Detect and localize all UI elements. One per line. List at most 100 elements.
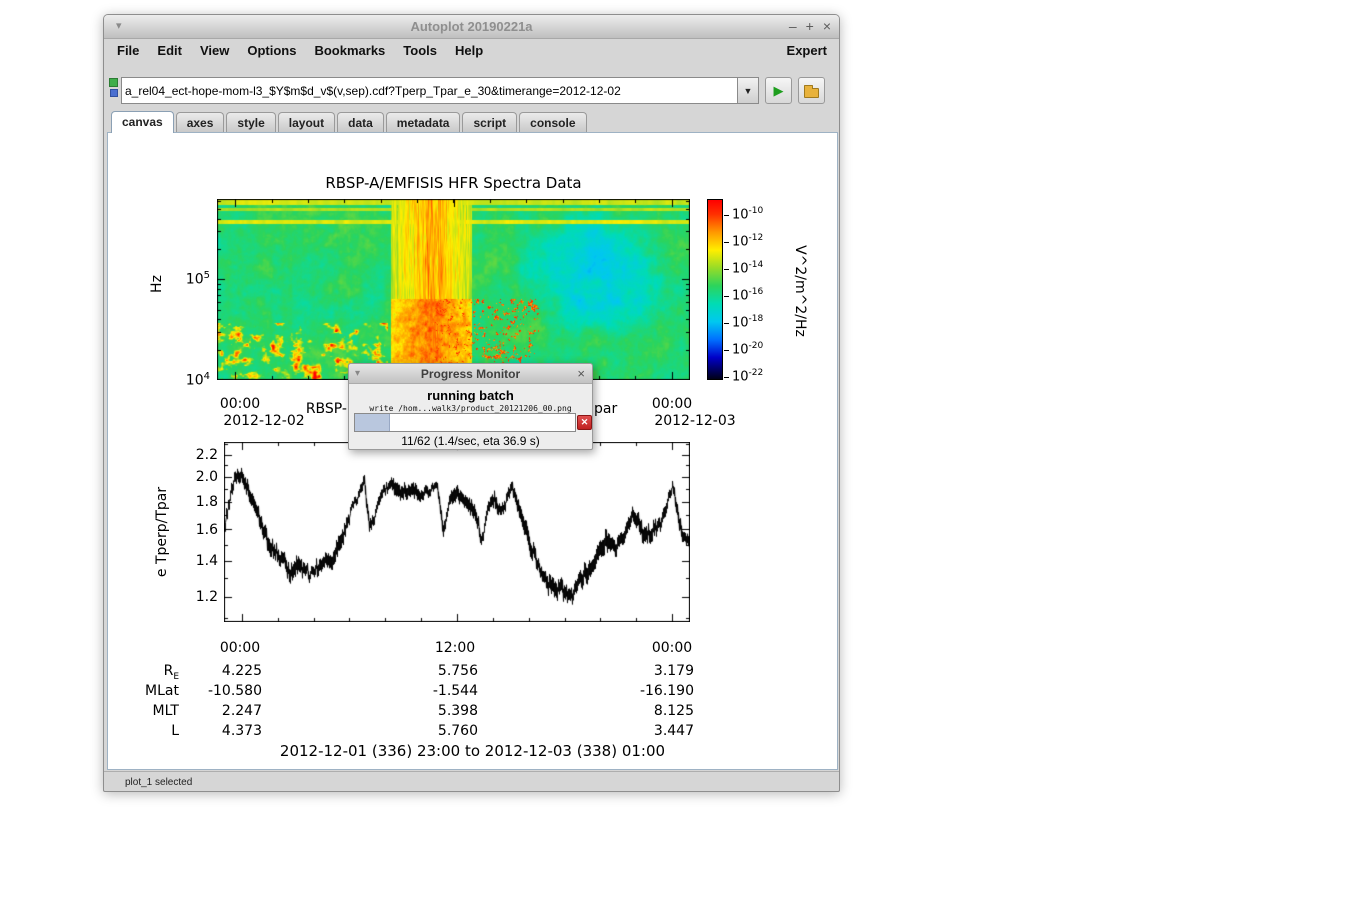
blue-square-icon [110, 89, 118, 97]
dialog-menu-icon[interactable]: ▾ [355, 364, 360, 384]
colorbar-tick-label: 10-12 [732, 233, 763, 249]
tick-base: 10 [732, 369, 749, 384]
tab-metadata[interactable]: metadata [386, 112, 461, 132]
colorbar-tick-label: 10-16 [732, 287, 763, 303]
tab-layout[interactable]: layout [278, 112, 335, 132]
go-button[interactable]: ▶ [765, 77, 792, 104]
tick-exponent: 4 [204, 371, 210, 382]
annotation-value: 2.247 [152, 701, 262, 721]
tab-style[interactable]: style [226, 112, 275, 132]
autoplot-window: ▾ Autoplot 20190221a –+× FileEditViewOpt… [103, 14, 840, 792]
annotation-value: -16.190 [584, 681, 694, 701]
expert-toggle[interactable]: Expert [787, 43, 827, 58]
menu-file[interactable]: File [108, 40, 148, 58]
plot2-title-fragment-right: par [594, 401, 694, 417]
colorbar-tick-label: 10-14 [732, 260, 763, 276]
tick-exponent: -16 [749, 287, 764, 297]
plot1-ytick-label: 104 [166, 371, 210, 389]
green-square-icon [109, 78, 118, 87]
menu-view[interactable]: View [191, 40, 238, 58]
menu-help[interactable]: Help [446, 40, 492, 58]
tick-exponent: -22 [749, 368, 764, 378]
plot2-xtick-label: 00:00 [642, 640, 702, 656]
plot2-ytick-label: 1.6 [178, 522, 218, 538]
tick-exponent: -20 [749, 341, 764, 351]
uri-dropdown-button[interactable]: ▼ [737, 77, 759, 104]
dialog-close-icon[interactable]: × [577, 364, 585, 384]
plot2-y-axis-label: e Tperp/Tpar [154, 477, 170, 587]
progress-bar-fill [355, 414, 390, 431]
canvas-panel: RBSP-A/EMFISIS HFR Spectra Data Hz 105 1… [107, 132, 838, 770]
menu-bookmarks[interactable]: Bookmarks [305, 40, 394, 58]
status-bar: plot_1 selected [104, 771, 839, 792]
tab-data[interactable]: data [337, 112, 384, 132]
tab-console[interactable]: console [519, 112, 586, 132]
progress-monitor-dialog: ▾ Progress Monitor × running batch write… [348, 363, 593, 450]
plot2-ytick-label: 2.0 [178, 469, 218, 485]
window-controls: –+ × [780, 18, 831, 34]
colorbar [707, 199, 723, 380]
plot2-xtick-label: 00:00 [210, 640, 270, 656]
progress-counter-label: 11/62 (1.4/sec, eta 36.9 s) [349, 434, 592, 448]
tick-base: 10 [732, 234, 749, 249]
colorbar-tick-label: 10-20 [732, 341, 763, 357]
colorbar-tick-mark [724, 377, 729, 378]
colorbar-tick-label: 10-22 [732, 368, 763, 384]
window-titlebar[interactable]: ▾ Autoplot 20190221a –+× [104, 15, 839, 39]
minimize-button[interactable]: – [789, 18, 797, 34]
play-icon: ▶ [774, 83, 784, 98]
annotation-value: 3.179 [584, 661, 694, 681]
colorbar-tick-label: 10-18 [732, 314, 763, 330]
open-file-button[interactable] [798, 77, 825, 104]
timerange-label: 2012-12-01 (336) 23:00 to 2012-12-03 (33… [108, 742, 837, 760]
uri-input[interactable] [122, 78, 737, 103]
tab-script[interactable]: script [462, 112, 517, 132]
tick-exponent: -12 [749, 233, 764, 243]
progress-detail-label: write /hom...walk3/product_20121206_00.p… [349, 404, 592, 413]
plot2-ytick-label: 1.8 [178, 494, 218, 510]
tab-bar: canvas axes style layout data metadata s… [111, 111, 835, 132]
annotation-value: 5.760 [368, 721, 478, 741]
close-button[interactable]: × [823, 18, 831, 34]
annotation-value: 4.373 [152, 721, 262, 741]
menu-options[interactable]: Options [238, 40, 305, 58]
tab-axes[interactable]: axes [176, 112, 225, 132]
colorbar-tick-mark [724, 296, 729, 297]
chevron-down-icon: ▼ [744, 86, 753, 96]
tick-base: 10 [732, 261, 749, 276]
tick-exponent: -18 [749, 314, 764, 324]
tick-exponent: -10 [749, 206, 764, 216]
colorbar-tick-mark [724, 215, 729, 216]
annotation-value: 3.447 [584, 721, 694, 741]
maximize-button[interactable]: + [806, 18, 814, 34]
colorbar-tick-mark [724, 242, 729, 243]
plot2-xtick-label: 12:00 [425, 640, 485, 656]
tick-base: 10 [732, 315, 749, 330]
annotation-value: -1.544 [368, 681, 478, 701]
status-message: plot_1 selected [125, 777, 192, 788]
annotation-value: 5.756 [368, 661, 478, 681]
tab-canvas[interactable]: canvas [111, 111, 174, 133]
annotation-value: -10.580 [152, 681, 262, 701]
menu-edit[interactable]: Edit [148, 40, 191, 58]
cancel-button[interactable]: ✕ [577, 415, 592, 430]
tick-base: 10 [186, 272, 204, 288]
menu-tools[interactable]: Tools [394, 40, 446, 58]
colorbar-unit-label: V^2/m^2/Hz [792, 231, 808, 351]
spectrogram-canvas[interactable] [217, 199, 690, 380]
colorbar-tick-mark [724, 269, 729, 270]
lineplot-canvas[interactable] [224, 442, 690, 622]
colorbar-tick-mark [724, 350, 729, 351]
plot2-ytick-label: 2.2 [178, 447, 218, 463]
annotation-value: 5.398 [368, 701, 478, 721]
tick-base: 10 [732, 288, 749, 303]
uri-row: ▼ ▶ [104, 62, 839, 111]
progress-dialog-title: Progress Monitor [349, 364, 592, 384]
plot1-title: RBSP-A/EMFISIS HFR Spectra Data [217, 174, 690, 192]
progress-dialog-titlebar[interactable]: ▾ Progress Monitor × [349, 364, 592, 384]
uri-field-wrap [121, 77, 738, 104]
datasource-indicator [109, 78, 121, 97]
tick-base: 10 [732, 342, 749, 357]
tick-base: 10 [186, 373, 204, 389]
annotation-value: 8.125 [584, 701, 694, 721]
